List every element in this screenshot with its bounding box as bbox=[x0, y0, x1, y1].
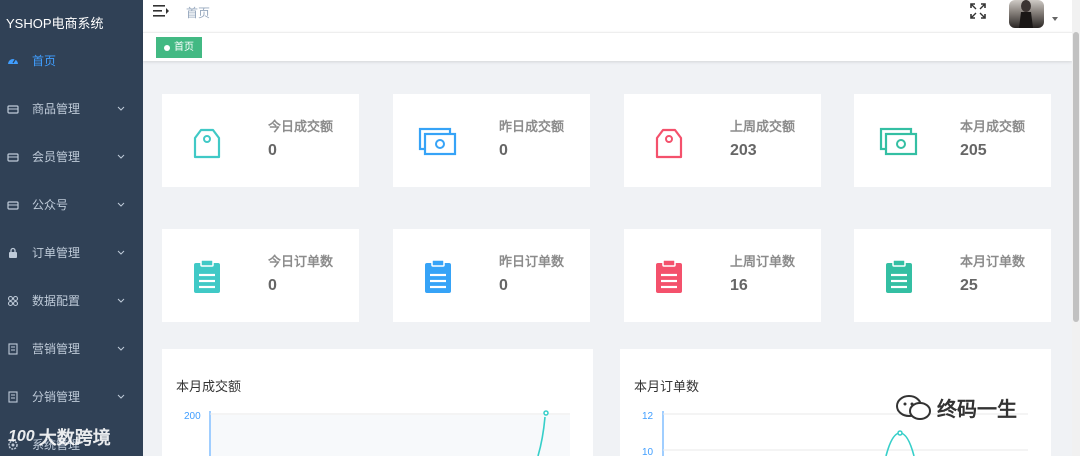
caret-down-icon[interactable] bbox=[1052, 17, 1058, 21]
y-tick-label: 10 bbox=[642, 447, 654, 456]
chevron-down-icon bbox=[117, 277, 125, 325]
sidebar-menu: 首页 商品管理 会员管理 公众号 订单管理 数据配置 营销管理 分销管理 系统管理 bbox=[0, 37, 143, 456]
box-icon bbox=[6, 133, 20, 181]
sidebar-item[interactable]: 首页 bbox=[0, 37, 143, 85]
stat-value: 25 bbox=[960, 277, 978, 294]
stat-label: 昨日成交额 bbox=[499, 119, 565, 134]
y-tick-label: 200 bbox=[184, 411, 201, 422]
stat-card[interactable]: 昨日成交额 0 bbox=[393, 94, 590, 187]
box-icon bbox=[6, 85, 20, 133]
series-point bbox=[897, 430, 903, 436]
scrollbar[interactable] bbox=[1072, 0, 1080, 456]
chevron-down-icon bbox=[117, 229, 125, 277]
chevron-down-icon bbox=[117, 373, 125, 421]
watermark-text: 大数跨境 bbox=[38, 428, 111, 448]
stat-label: 昨日订单数 bbox=[499, 254, 565, 269]
stat-value: 205 bbox=[960, 142, 987, 159]
sidebar-item-label: 数据配置 bbox=[32, 294, 81, 308]
stat-card[interactable]: 昨日订单数 0 bbox=[393, 229, 590, 322]
money-icon bbox=[879, 120, 919, 160]
sidebar-item[interactable]: 数据配置 bbox=[0, 277, 143, 325]
stat-card[interactable]: 本月成交额 205 bbox=[854, 94, 1051, 187]
stat-label: 今日成交额 bbox=[268, 119, 334, 134]
stat-card[interactable]: 上周订单数 16 bbox=[624, 229, 821, 322]
tag-label: 首页 bbox=[174, 42, 194, 53]
stat-label: 本月成交额 bbox=[960, 119, 1026, 134]
avatar[interactable] bbox=[1009, 0, 1044, 28]
series-point bbox=[543, 410, 549, 416]
y-tick-label: 12 bbox=[642, 411, 654, 422]
stat-card[interactable]: 上周成交额 203 bbox=[624, 94, 821, 187]
sidebar-item[interactable]: 会员管理 bbox=[0, 133, 143, 181]
tag-dot-icon bbox=[164, 44, 170, 51]
watermark-left: 100 大数跨境 bbox=[8, 424, 111, 450]
hamburger-icon[interactable] bbox=[153, 4, 169, 18]
stat-card[interactable]: 今日订单数 0 bbox=[162, 229, 359, 322]
chevron-down-icon bbox=[117, 181, 125, 229]
breadcrumb[interactable]: 首页 bbox=[186, 4, 210, 21]
stat-card[interactable]: 今日成交额 0 bbox=[162, 94, 359, 187]
sidebar-item-label: 分销管理 bbox=[32, 390, 81, 404]
scroll-thumb[interactable] bbox=[1073, 32, 1079, 322]
stat-label: 上周成交额 bbox=[730, 119, 796, 134]
stat-value: 203 bbox=[730, 142, 757, 159]
chevron-down-icon bbox=[117, 85, 125, 133]
watermark-logo: 100 bbox=[8, 428, 35, 445]
wechat-icon bbox=[896, 394, 931, 420]
box-icon bbox=[6, 181, 20, 229]
clipboard-icon bbox=[418, 255, 458, 295]
sidebar: YSHOP电商系统 首页 商品管理 会员管理 公众号 订单管理 数据配置 营销管理 分销管理系… bbox=[0, 0, 143, 456]
watermark-right: 终码一生 bbox=[895, 393, 1017, 422]
tags-view: 首页 bbox=[143, 32, 1072, 61]
sidebar-item-label: 会员管理 bbox=[32, 150, 81, 164]
sidebar-item-label: 商品管理 bbox=[32, 102, 81, 116]
plot-area bbox=[211, 415, 570, 456]
sidebar-item-label: 营销管理 bbox=[32, 342, 81, 356]
chevron-down-icon bbox=[117, 133, 125, 181]
chevron-down-icon bbox=[117, 325, 125, 373]
sidebar-item-label: 公众号 bbox=[32, 198, 69, 212]
series-line bbox=[885, 432, 915, 456]
stat-value: 0 bbox=[499, 142, 508, 159]
stat-value: 0 bbox=[268, 142, 277, 159]
watermark-text: 终码一生 bbox=[937, 399, 1017, 421]
stat-value: 0 bbox=[499, 277, 508, 294]
stat-value: 16 bbox=[730, 277, 748, 294]
money-icon bbox=[418, 120, 458, 160]
stat-label: 上周订单数 bbox=[730, 254, 796, 269]
sidebar-item-label: 首页 bbox=[32, 54, 57, 68]
stat-label: 今日订单数 bbox=[268, 254, 334, 269]
grid-icon bbox=[6, 277, 20, 325]
price-tag-icon bbox=[649, 120, 689, 160]
price-tag-icon bbox=[187, 120, 227, 160]
sidebar-item-label: 订单管理 bbox=[32, 246, 81, 260]
sidebar-item[interactable]: 公众号 bbox=[0, 181, 143, 229]
navbar: 首页 bbox=[143, 0, 1072, 32]
document-icon bbox=[6, 373, 20, 421]
clipboard-icon bbox=[187, 255, 227, 295]
sidebar-item[interactable]: 营销管理 bbox=[0, 325, 143, 373]
revenue-chart: 200 bbox=[184, 410, 570, 456]
stat-value: 0 bbox=[268, 277, 277, 294]
fullscreen-icon[interactable] bbox=[970, 3, 986, 19]
clipboard-icon bbox=[649, 255, 689, 295]
sidebar-item[interactable]: 订单管理 bbox=[0, 229, 143, 277]
sidebar-item[interactable]: 分销管理 bbox=[0, 373, 143, 421]
clipboard-icon bbox=[879, 255, 919, 295]
tag-home[interactable]: 首页 bbox=[156, 37, 202, 58]
sidebar-item[interactable]: 商品管理 bbox=[0, 85, 143, 133]
document-icon bbox=[6, 325, 20, 373]
stat-card[interactable]: 本月订单数 25 bbox=[854, 229, 1051, 322]
chart-panel-revenue: 本月成交额 200 bbox=[162, 349, 593, 456]
lock-icon bbox=[6, 229, 20, 277]
dashboard-icon bbox=[6, 37, 20, 85]
stat-label: 本月订单数 bbox=[960, 254, 1026, 269]
